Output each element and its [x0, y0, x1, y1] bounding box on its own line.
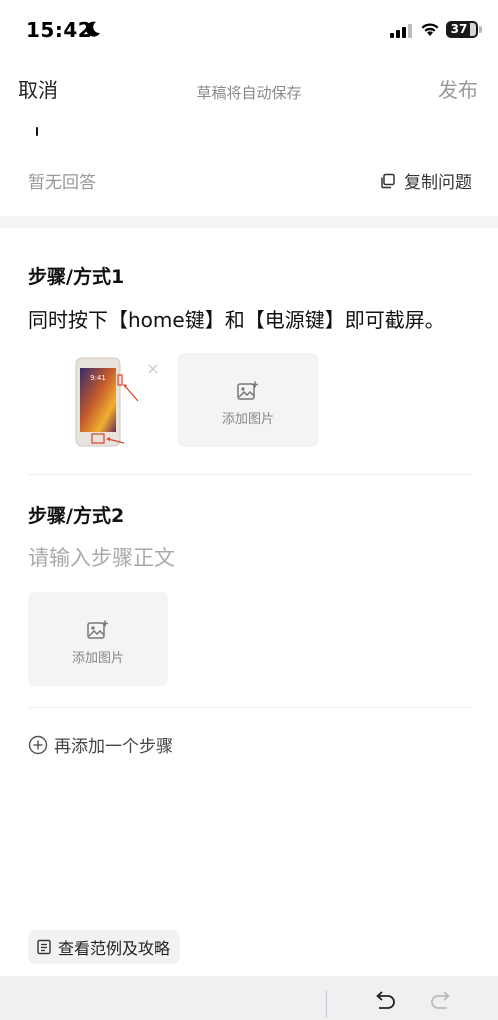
signal-icon [390, 24, 412, 38]
step-1-body[interactable]: 同时按下【home键】和【电源键】即可截屏。 [28, 304, 445, 333]
remove-image-icon[interactable] [146, 362, 160, 376]
moon-icon [86, 21, 100, 37]
document-icon [37, 939, 51, 955]
plus-circle-icon [28, 735, 48, 754]
status-bar: 15:42 37 [0, 0, 498, 60]
view-examples-label: 查看范例及攻略 [58, 939, 171, 958]
nav-bar: 取消 草稿将自动保存 发布 [0, 62, 498, 116]
answer-status: 暂无回答 [28, 173, 96, 193]
step-1-add-image-button[interactable]: 添加图片 [178, 353, 318, 447]
battery-icon: 37 [446, 21, 482, 38]
draft-status: 草稿将自动保存 [196, 84, 302, 102]
add-step-label: 再添加一个步骤 [54, 737, 173, 757]
step-divider [28, 474, 472, 475]
step-1-title: 步骤/方式1 [28, 266, 125, 288]
copy-icon [381, 173, 395, 188]
view-examples-button[interactable]: 查看范例及攻略 [28, 930, 181, 964]
add-image-icon [237, 381, 258, 400]
status-time: 15:42 [26, 18, 93, 42]
add-image-icon [87, 620, 108, 639]
wifi-icon [421, 23, 439, 36]
question-meta-row: 暂无回答 复制问题 [0, 166, 498, 194]
add-image-label: 添加图片 [221, 412, 274, 427]
step-2-body-input[interactable]: 请输入步骤正文 [28, 542, 175, 572]
copy-question-label: 复制问题 [404, 173, 472, 193]
battery-level: 37 [450, 22, 468, 36]
step-divider [28, 707, 472, 708]
add-step-button[interactable]: 再添加一个步骤 [28, 732, 173, 757]
step-2-title: 步骤/方式2 [28, 505, 125, 527]
publish-button[interactable]: 发布 [438, 74, 478, 103]
add-image-label: 添加图片 [71, 651, 124, 666]
text-cursor-mark [36, 127, 38, 136]
redo-icon[interactable] [428, 988, 454, 1014]
step-2-add-image-button[interactable]: 添加图片 [28, 592, 168, 686]
undo-icon[interactable] [372, 988, 398, 1014]
svg-text:9:41: 9:41 [90, 374, 106, 382]
section-divider [0, 216, 498, 228]
editor-toolbar [0, 976, 498, 1020]
toolbar-separator [326, 990, 327, 1018]
copy-question-button[interactable]: 复制问题 [380, 168, 472, 193]
